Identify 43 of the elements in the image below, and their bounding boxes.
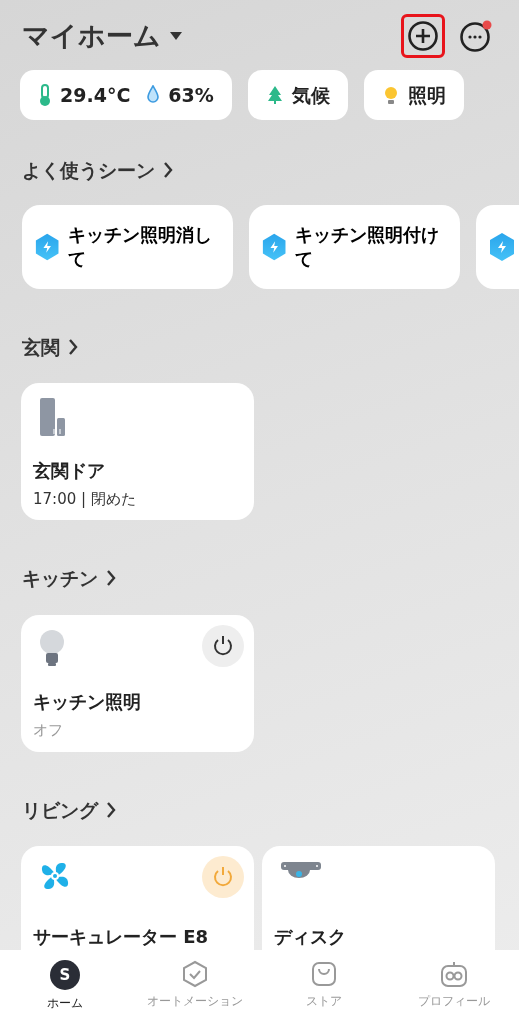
section-title[interactable]: キッチン: [22, 564, 98, 593]
section-title[interactable]: よく使うシーン: [22, 156, 155, 185]
home-icon: S: [49, 960, 80, 990]
droplet-icon: [146, 85, 161, 105]
light-bulb-icon: [39, 628, 65, 667]
power-icon: [212, 634, 234, 657]
lighting-button[interactable]: 照明: [363, 70, 464, 120]
thermometer-icon: [38, 84, 52, 106]
scene-button[interactable]: キッチン照明消して: [22, 204, 233, 289]
climate-chip[interactable]: 29.4°C 63%: [20, 70, 232, 120]
home-title[interactable]: マイホーム: [22, 15, 161, 57]
profile-icon: [440, 960, 469, 988]
power-icon: [212, 866, 234, 888]
device-status: 17:00 | 閉めた: [33, 488, 137, 510]
device-card[interactable]: 玄関ドア 17:00 | 閉めた: [21, 383, 254, 520]
section-title[interactable]: 玄関: [22, 332, 60, 361]
device-name: ディスク: [274, 925, 347, 949]
device-name: サーキュレーター E8: [33, 925, 210, 949]
fan-icon: [39, 860, 71, 892]
store-icon: [310, 960, 339, 988]
chevron-right-icon[interactable]: [163, 161, 174, 180]
climate-button[interactable]: 気候: [247, 70, 348, 120]
chevron-right-icon[interactable]: [106, 800, 117, 819]
device-card[interactable]: サーキュレーター E8: [21, 846, 254, 950]
device-status: オフ: [33, 720, 64, 741]
tree-icon: [265, 85, 284, 105]
scene-button[interactable]: キッチン照明付けて: [249, 204, 460, 289]
power-button[interactable]: [202, 624, 244, 667]
automation-icon: [180, 960, 209, 988]
lightning-icon: [488, 231, 516, 262]
door-sensor-icon: [39, 397, 67, 437]
device-name: 玄関ドア: [33, 458, 106, 483]
chevron-right-icon[interactable]: [68, 337, 79, 356]
device-name: キッチン照明: [33, 690, 142, 714]
add-button[interactable]: [401, 14, 445, 58]
chevron-right-icon[interactable]: [106, 569, 117, 588]
device-card[interactable]: キッチン照明 オフ: [21, 614, 254, 752]
lightning-icon: [34, 231, 61, 262]
lightning-icon: [261, 231, 288, 262]
device-card[interactable]: ディスク: [262, 846, 495, 950]
section-title[interactable]: リビング: [22, 795, 98, 824]
dropdown-icon[interactable]: [169, 31, 183, 41]
tab[interactable]: S ホーム: [0, 950, 130, 1024]
